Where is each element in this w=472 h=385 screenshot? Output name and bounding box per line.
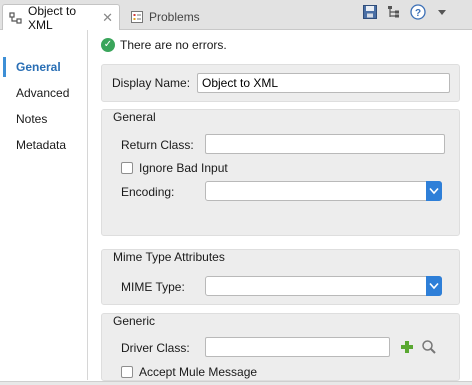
driver-class-label: Driver Class: <box>121 341 190 355</box>
check-icon: ✓ <box>101 38 115 52</box>
svg-text:?: ? <box>415 8 421 19</box>
view-menu-icon[interactable] <box>434 4 450 20</box>
sidebar-item-general[interactable]: General <box>16 57 61 77</box>
transformer-icon <box>9 11 23 25</box>
mime-type-select[interactable] <box>205 276 442 296</box>
save-icon[interactable] <box>362 4 378 20</box>
help-icon[interactable]: ? <box>410 4 426 20</box>
group-title-general: General <box>113 110 156 124</box>
group-title-mime: Mime Type Attributes <box>113 250 225 264</box>
group-title-generic: Generic <box>113 314 156 328</box>
accept-mule-message-checkbox[interactable] <box>121 366 133 378</box>
driver-class-field[interactable] <box>205 337 390 357</box>
return-class-field[interactable] <box>205 134 445 154</box>
return-class-label: Return Class: <box>121 138 194 152</box>
section-sidebar: General Advanced Notes Metadata <box>0 30 88 380</box>
mime-type-label: MIME Type: <box>121 280 185 294</box>
properties-panel: General Advanced Notes Metadata ✓ There … <box>0 30 472 385</box>
general-group: General Return Class: Ignore Bad Input E… <box>101 109 460 236</box>
tree-icon[interactable] <box>386 4 402 20</box>
close-icon[interactable]: ✕ <box>102 10 113 26</box>
chevron-down-icon[interactable] <box>426 276 442 296</box>
encoding-label: Encoding: <box>121 185 175 199</box>
sidebar-item-metadata[interactable]: Metadata <box>16 135 66 155</box>
editor-tab-bar: Object to XML ✕ Problems ? <box>0 0 472 32</box>
tab-label: Object to XML <box>28 3 77 32</box>
generic-group: Generic Driver Class: Accept Mule Messag… <box>101 313 460 381</box>
sidebar-item-advanced[interactable]: Advanced <box>16 83 69 103</box>
tab-problems[interactable]: Problems <box>124 4 234 30</box>
search-icon[interactable] <box>421 339 437 358</box>
mime-type-group: Mime Type Attributes MIME Type: <box>101 249 460 305</box>
encoding-select[interactable] <box>205 181 442 201</box>
general-section-content: ✓ There are no errors. Display Name: Gen… <box>89 30 472 385</box>
display-name-field[interactable] <box>197 73 450 93</box>
add-icon[interactable] <box>400 340 414 357</box>
display-name-group: Display Name: <box>101 64 460 102</box>
display-name-label: Display Name: <box>112 76 191 90</box>
ignore-bad-input-label: Ignore Bad Input <box>139 161 228 175</box>
ignore-bad-input-checkbox[interactable] <box>121 162 133 174</box>
view-toolbar: ? <box>362 4 450 20</box>
status-text: There are no errors. <box>120 38 227 52</box>
problems-icon <box>130 10 144 24</box>
tab-label: Problems <box>149 10 200 24</box>
chevron-down-icon[interactable] <box>426 181 442 201</box>
sidebar-item-notes[interactable]: Notes <box>16 109 47 129</box>
selected-indicator <box>3 57 6 77</box>
accept-mule-message-label: Accept Mule Message <box>139 365 258 379</box>
validation-status: ✓ There are no errors. <box>101 38 227 52</box>
bottom-border <box>0 381 472 385</box>
tab-object-to-xml[interactable]: Object to XML ✕ <box>2 3 120 32</box>
